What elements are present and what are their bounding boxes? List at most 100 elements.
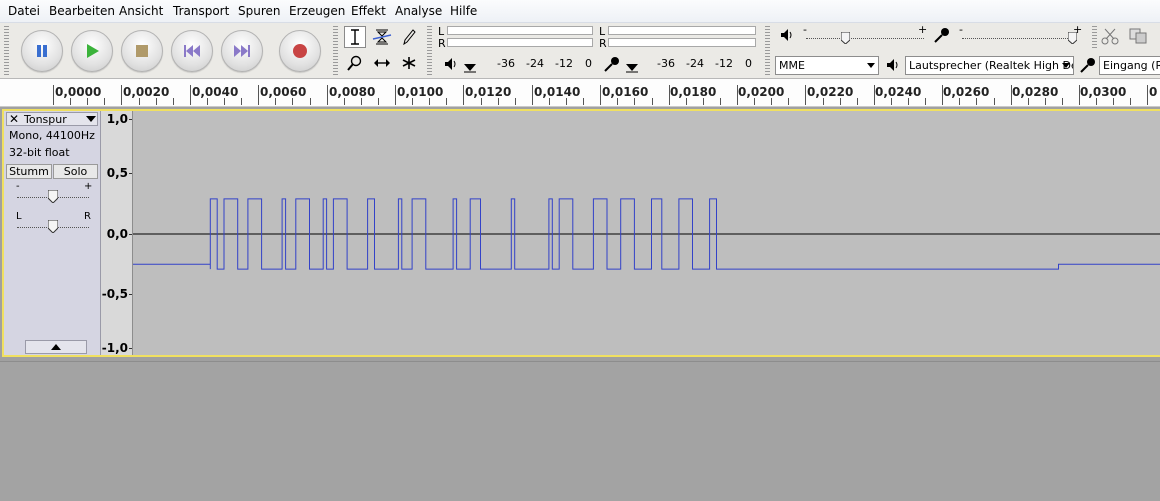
output-device-value: Lautsprecher (Realtek High De bbox=[909, 59, 1074, 72]
menu-transport[interactable]: Transport bbox=[173, 4, 229, 18]
menu-hilfe[interactable]: Hilfe bbox=[450, 4, 477, 18]
host-select-value: MME bbox=[779, 59, 805, 72]
gain-slider-thumb[interactable] bbox=[47, 189, 59, 204]
output-device-speaker-icon bbox=[886, 58, 900, 75]
playback-meter-tick: -24 bbox=[526, 57, 544, 70]
skip-to-end-button[interactable] bbox=[221, 30, 263, 72]
ruler-label: 0,0080 bbox=[329, 85, 376, 99]
ruler-label: 0,0140 bbox=[534, 85, 581, 99]
envelope-tool[interactable] bbox=[371, 26, 393, 48]
input-device-mic-icon bbox=[1079, 56, 1097, 77]
stop-icon bbox=[136, 45, 148, 57]
menu-erzeugen[interactable]: Erzeugen bbox=[289, 4, 345, 18]
record-meter-tick: 0 bbox=[745, 57, 752, 70]
track-name[interactable]: Tonspur bbox=[24, 113, 67, 126]
selection-tool[interactable] bbox=[344, 26, 366, 48]
asterisk-icon bbox=[402, 57, 416, 69]
time-shift-tool[interactable] bbox=[371, 52, 393, 74]
empty-track-area[interactable] bbox=[0, 361, 1160, 501]
ruler-label: 0,0260 bbox=[943, 85, 990, 99]
record-meter-menu[interactable] bbox=[625, 61, 639, 76]
playback-volume-minus: - bbox=[803, 23, 807, 36]
menu-datei[interactable]: Datei bbox=[8, 4, 40, 18]
pencil-icon bbox=[403, 29, 416, 45]
speaker-icon bbox=[781, 29, 792, 41]
copy-button[interactable] bbox=[1128, 27, 1148, 48]
vertical-amplitude-ruler[interactable]: 1,0 0,5 0,0 -0,5 -1,0 bbox=[101, 111, 133, 355]
skip-end-icon bbox=[234, 45, 250, 57]
chevron-up-icon bbox=[51, 344, 61, 350]
speaker-icon bbox=[887, 59, 898, 71]
close-icon[interactable]: ✕ bbox=[9, 112, 19, 126]
menu-bearbeiten[interactable]: Bearbeiten bbox=[49, 4, 115, 18]
vscale-label: -0,5 bbox=[101, 287, 128, 301]
mute-button[interactable]: Stumm bbox=[6, 164, 52, 179]
vscale-tick bbox=[129, 294, 132, 295]
slider-thumb-icon bbox=[47, 219, 59, 234]
playback-meter-right[interactable] bbox=[447, 38, 593, 47]
playback-volume-speaker-icon bbox=[780, 28, 794, 45]
pan-right-label: R bbox=[84, 211, 91, 222]
play-button[interactable] bbox=[71, 30, 113, 72]
magnifier-icon bbox=[347, 55, 362, 71]
slider-thumb-icon bbox=[47, 189, 59, 204]
skip-to-start-button[interactable] bbox=[171, 30, 213, 72]
menu-bar: Datei Bearbeiten Ansicht Transport Spure… bbox=[0, 0, 1160, 23]
waveform-display[interactable] bbox=[133, 111, 1160, 355]
toolbar-grip[interactable] bbox=[4, 26, 9, 76]
chevron-down-icon bbox=[867, 63, 875, 68]
playback-meter-menu[interactable] bbox=[463, 61, 477, 76]
draw-tool[interactable] bbox=[398, 26, 420, 48]
input-device-value: Eingang (Re bbox=[1103, 59, 1160, 72]
cut-button[interactable] bbox=[1101, 27, 1119, 48]
record-meter-left[interactable] bbox=[608, 26, 756, 35]
menu-effekt[interactable]: Effekt bbox=[351, 4, 386, 18]
gain-plus: + bbox=[84, 181, 93, 192]
vscale-label: 0,5 bbox=[106, 166, 128, 180]
copy-icon bbox=[1129, 28, 1147, 44]
chevron-down-icon bbox=[1062, 63, 1070, 68]
input-device-select[interactable]: Eingang (Re bbox=[1099, 56, 1160, 75]
vscale-tick bbox=[129, 173, 132, 174]
menu-spuren[interactable]: Spuren bbox=[238, 4, 281, 18]
ruler-label: 0,0280 bbox=[1012, 85, 1059, 99]
playback-volume-slider-thumb[interactable] bbox=[840, 31, 851, 45]
record-volume-track[interactable] bbox=[962, 38, 1074, 40]
record-meter-right[interactable] bbox=[608, 38, 756, 47]
ruler-label: 0,0000 bbox=[55, 85, 102, 99]
pan-slider-thumb[interactable] bbox=[47, 219, 59, 234]
menu-analyse[interactable]: Analyse bbox=[395, 4, 442, 18]
ruler-label: 0,0100 bbox=[397, 85, 444, 99]
timeline-ruler[interactable]: 0,0000 0,0020 0,0040 0,0060 0,0080 0,010… bbox=[0, 79, 1160, 107]
slider-thumb-icon bbox=[840, 31, 851, 45]
host-select[interactable]: MME bbox=[775, 56, 879, 75]
pause-button[interactable] bbox=[21, 30, 63, 72]
solo-button[interactable]: Solo bbox=[53, 164, 98, 179]
zoom-tool[interactable] bbox=[344, 52, 366, 74]
toolbar-grip[interactable] bbox=[333, 26, 338, 76]
microphone-icon bbox=[934, 28, 949, 43]
ruler-label: 0,0200 bbox=[738, 85, 785, 99]
playback-meter-tick: -12 bbox=[555, 57, 573, 70]
toolbar-grip[interactable] bbox=[427, 26, 432, 76]
toolbar-grip[interactable] bbox=[765, 26, 770, 76]
collapse-track-button[interactable] bbox=[25, 340, 87, 354]
record-button[interactable] bbox=[279, 30, 321, 72]
output-device-select[interactable]: Lautsprecher (Realtek High De bbox=[905, 56, 1074, 75]
chevron-down-icon[interactable] bbox=[86, 116, 96, 122]
record-meter-mic-icon[interactable] bbox=[603, 55, 621, 76]
stop-button[interactable] bbox=[121, 30, 163, 72]
playback-meter-left[interactable] bbox=[447, 26, 593, 35]
record-volume-slider-thumb[interactable] bbox=[1067, 31, 1078, 45]
menu-ansicht[interactable]: Ansicht bbox=[119, 4, 163, 18]
record-icon bbox=[293, 44, 307, 58]
record-volume-minus: - bbox=[959, 23, 963, 36]
toolbar-grip[interactable] bbox=[1092, 26, 1097, 48]
ruler-label: 0,0180 bbox=[670, 85, 717, 99]
playback-volume-track[interactable] bbox=[806, 38, 924, 40]
playback-meter-speaker-icon[interactable] bbox=[444, 57, 458, 74]
multi-tool[interactable] bbox=[398, 52, 420, 74]
chevron-down-icon bbox=[626, 64, 638, 73]
vscale-label: -1,0 bbox=[101, 341, 128, 355]
track-name-bar[interactable]: ✕ Tonspur bbox=[6, 112, 98, 126]
